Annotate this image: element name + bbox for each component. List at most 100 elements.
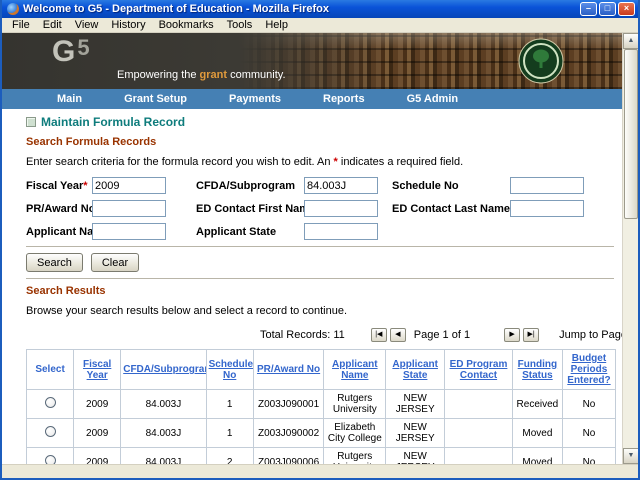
cell-applicant: Rutgers University [324,448,386,465]
cell-applicant: Rutgers University [324,390,386,419]
records-bar: Total Records: 11 |◀ ◀ Page 1 of 1 ▶ ▶| … [260,326,612,343]
scroll-up-button[interactable]: ▲ [623,33,638,49]
cell-award: Z003J090006 [253,448,324,465]
divider [26,278,614,279]
menu-item-history[interactable]: History [105,19,151,31]
pager-next-button[interactable]: ▶ [504,328,520,342]
search-instructions: Enter search criteria for the formula re… [26,156,612,168]
cell-budget: No [562,448,615,465]
cell-cfda: 84.003J [121,390,206,419]
menu-item-bookmarks[interactable]: Bookmarks [153,19,220,31]
ed-contact-last-name-label: ED Contact Last Name [392,203,510,215]
cell-schedule: 1 [206,419,253,448]
page-title: Maintain Formula Record [41,115,185,129]
pr-award-no-input[interactable] [92,200,166,217]
nav-item-g5-admin[interactable]: G5 Admin [407,93,459,105]
nav-item-reports[interactable]: Reports [323,93,365,105]
nav-item-payments[interactable]: Payments [229,93,281,105]
scrollbar[interactable]: ▲ ▼ [622,33,638,464]
cell-state: NEW JERSEY [386,419,445,448]
record-select-radio[interactable] [45,426,56,437]
cell-contact [445,448,513,465]
col-header-funding-status[interactable]: Funding Status [512,350,562,390]
schedule-no-label: Schedule No [392,180,510,192]
window-title: Welcome to G5 - Department of Education … [23,3,580,15]
menu-item-help[interactable]: Help [259,19,294,31]
clear-button[interactable]: Clear [91,253,139,272]
col-header-applicant-name[interactable]: Applicant Name [324,350,386,390]
menu-item-view[interactable]: View [69,19,105,31]
table-row: 2009 84.003J 2 Z003J090006 Rutgers Unive… [27,448,616,465]
banner-tagline: Empowering the grant community. [117,69,286,81]
minimize-button[interactable]: – [580,2,597,16]
applicant-name-label: Applicant Name [26,226,92,238]
jump-to-page-label: Jump to Page [559,329,622,341]
status-bar [2,464,638,478]
menu-item-edit[interactable]: Edit [37,19,68,31]
scroll-down-button[interactable]: ▼ [623,448,638,464]
cell-state: NEW JERSEY [386,390,445,419]
menu-item-file[interactable]: File [6,19,36,31]
cell-applicant: Elizabeth City College [324,419,386,448]
cell-cfda: 84.003J [121,419,206,448]
menu-item-tools[interactable]: Tools [221,19,259,31]
browser-window: Welcome to G5 - Department of Education … [0,0,640,480]
applicant-name-input[interactable] [92,223,166,240]
table-header-row: Select Fiscal Year CFDA/Subprogram Sched… [27,350,616,390]
col-header-cfda-subprogram[interactable]: CFDA/Subprogram [121,350,206,390]
scroll-thumb[interactable] [624,49,638,219]
ed-contact-first-name-label: ED Contact First Name [196,203,304,215]
ed-contact-first-name-input[interactable] [304,200,378,217]
pager-prev-button[interactable]: ◀ [390,328,406,342]
cell-award: Z003J090001 [253,390,324,419]
ed-contact-last-name-input[interactable] [510,200,584,217]
cell-fiscal-year: 2009 [74,390,121,419]
page-indicator: Page 1 of 1 [414,329,470,341]
firefox-icon [7,3,19,15]
table-row: 2009 84.003J 1 Z003J090001 Rutgers Unive… [27,390,616,419]
nav-item-grant-setup[interactable]: Grant Setup [124,93,187,105]
cell-budget: No [562,419,615,448]
cell-select [27,448,74,465]
applicant-state-input[interactable] [304,223,378,240]
browse-text: Browse your search results below and sel… [26,305,612,317]
col-header-ed-program-contact[interactable]: ED Program Contact [445,350,513,390]
results-table: Select Fiscal Year CFDA/Subprogram Sched… [26,349,616,464]
col-header-applicant-state[interactable]: Applicant State [386,350,445,390]
cell-schedule: 2 [206,448,253,465]
cell-status: Moved [512,448,562,465]
close-button[interactable]: × [618,2,635,16]
pager-last-button[interactable]: ▶| [523,328,539,342]
table-row: 2009 84.003J 1 Z003J090002 Elizabeth Cit… [27,419,616,448]
cfda-subprogram-input[interactable] [304,177,378,194]
window-titlebar: Welcome to G5 - Department of Education … [2,0,638,18]
record-select-radio[interactable] [45,397,56,408]
search-section-heading: Search Formula Records [26,136,612,148]
cell-status: Moved [512,419,562,448]
maximize-button[interactable]: □ [599,2,616,16]
record-select-radio[interactable] [45,455,56,464]
record-icon [26,117,36,127]
col-header-pr-award-no[interactable]: PR/Award No [253,350,324,390]
site-banner: G5 Empowering the grant community. [2,33,622,89]
pager-first-button[interactable]: |◀ [371,328,387,342]
cell-award: Z003J090002 [253,419,324,448]
main-nav: Main Grant Setup Payments Reports G5 Adm… [2,89,622,109]
divider [26,246,614,247]
nav-item-main[interactable]: Main [57,93,82,105]
total-records-label: Total Records: 11 [260,329,345,341]
cell-contact [445,390,513,419]
g5-logo: G5 [52,35,90,69]
cell-select [27,419,74,448]
schedule-no-input[interactable] [510,177,584,194]
results-section-heading: Search Results [26,285,612,297]
menu-bar: File Edit View History Bookmarks Tools H… [2,18,638,33]
browser-viewport: G5 Empowering the grant community. Main … [2,33,638,464]
cell-status: Received [512,390,562,419]
search-button[interactable]: Search [26,253,83,272]
col-header-fiscal-year[interactable]: Fiscal Year [74,350,121,390]
doe-seal-icon [518,38,564,89]
fiscal-year-input[interactable] [92,177,166,194]
col-header-schedule-no[interactable]: Schedule No [206,350,253,390]
col-header-budget-periods[interactable]: Budget Periods Entered? [562,350,615,390]
